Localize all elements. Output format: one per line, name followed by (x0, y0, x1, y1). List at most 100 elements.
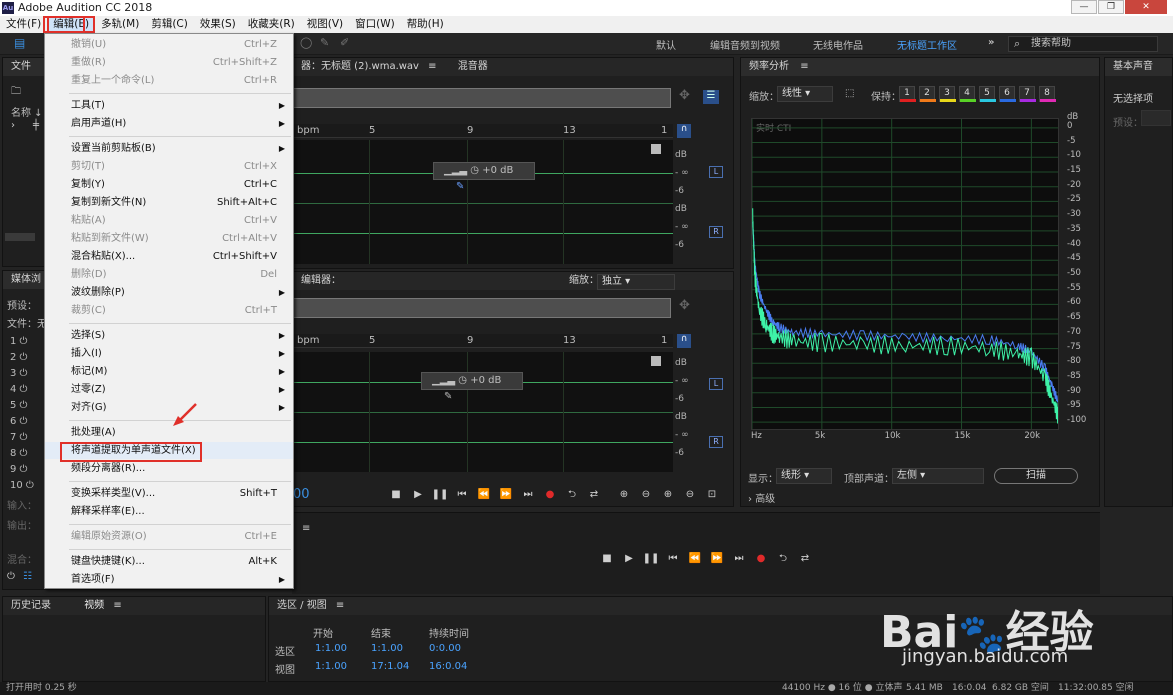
skip-selection-icon[interactable]: ⇄ (583, 489, 605, 500)
pin-icon[interactable]: ✎ (456, 181, 464, 192)
track-row[interactable]: 10 ⏻ (10, 478, 34, 494)
hold-button-4[interactable]: 4 (959, 86, 976, 102)
time-ruler-2[interactable]: bpm 5 9 13 1 (293, 334, 673, 348)
record-icon[interactable]: ● (750, 553, 772, 564)
edit-menu-item[interactable]: 混合粘贴(X)... Ctrl+Shift+V (45, 248, 293, 265)
fast-forward-icon[interactable]: ⏩ (706, 553, 728, 564)
view-duration[interactable]: 16:0.04 (429, 661, 467, 672)
channel-left-toggle[interactable]: L (709, 378, 723, 390)
view-start[interactable]: 1:1.00 (315, 661, 347, 672)
menu-effects[interactable]: 效果(S) (194, 16, 242, 33)
headphones-icon[interactable]: ∩ (677, 124, 691, 138)
selection-icon[interactable]: ⬚ (845, 88, 854, 99)
waveform-display[interactable]: ▁▂▃ ◷ +0 dB ✎ (293, 140, 673, 264)
pause-icon[interactable]: ❚❚ (429, 489, 451, 500)
edit-menu-item[interactable]: 裁剪(C) Ctrl+T (45, 302, 293, 319)
rewind-icon[interactable]: ⏪ (684, 553, 706, 564)
hold-button-3[interactable]: 3 (939, 86, 956, 102)
panel-menu-icon[interactable]: ≡ (336, 600, 344, 611)
waveform-display-2[interactable]: ▁▂▃ ◷ +0 dB ✎ (293, 352, 673, 472)
stop-icon[interactable]: ■ (596, 553, 618, 564)
edit-menu-item[interactable]: 选择(S) ▶ (45, 327, 293, 344)
menu-view[interactable]: 视图(V) (301, 16, 349, 33)
volume-knob-icon[interactable]: ◷ (470, 165, 479, 176)
menu-file[interactable]: 文件(F) (0, 16, 47, 33)
track-row[interactable]: 8 ⏻ (10, 446, 34, 462)
edit-menu-item[interactable]: 首选项(F) ▶ (45, 571, 293, 588)
channel-right-toggle[interactable]: R (709, 436, 723, 448)
edit-menu-item[interactable]: 频段分离器(R)... (45, 460, 293, 477)
menu-favorites[interactable]: 收藏夹(R) (242, 16, 301, 33)
loop-icon[interactable]: ⮌ (772, 551, 794, 568)
expand-arrow-icon[interactable]: › (11, 120, 15, 131)
name-column-header[interactable]: 名称 ↓ (11, 104, 43, 119)
tab-files[interactable]: 文件 (11, 61, 31, 72)
edit-menu-item[interactable]: 对齐(G) ▶ (45, 399, 293, 416)
workspace-untitled[interactable]: 无标题工作区 (897, 37, 957, 52)
skip-end-icon[interactable]: ⏭ (517, 489, 539, 500)
edit-menu-item[interactable]: 粘贴到新文件(W) Ctrl+Alt+V (45, 230, 293, 247)
waveform-view-icon[interactable]: ▤ (14, 36, 25, 50)
brush-tool-icon[interactable]: ✎ (320, 36, 329, 49)
hold-button-1[interactable]: 1 (899, 86, 916, 102)
edit-menu-item[interactable]: 插入(I) ▶ (45, 345, 293, 362)
zoom-out-amp-icon[interactable]: ⊖ (635, 489, 657, 500)
pause-icon[interactable]: ❚❚ (640, 553, 662, 564)
record-icon[interactable]: ● (539, 489, 561, 500)
edit-menu-item[interactable]: 剪切(T) Ctrl+X (45, 158, 293, 175)
panel-menu-icon[interactable]: ≡ (113, 600, 121, 611)
edit-menu-item[interactable]: 复制到新文件(N) Shift+Alt+C (45, 194, 293, 211)
overview-bar-2[interactable] (293, 298, 671, 318)
more-workspaces-icon[interactable]: » (988, 37, 994, 48)
panel-menu-icon[interactable]: ≡ (302, 523, 310, 534)
scan-button[interactable]: 扫描 (994, 468, 1078, 484)
display-select[interactable]: 线形 ▾ (776, 468, 832, 484)
corner-toggle-icon[interactable] (651, 144, 661, 154)
hud-gain-control-2[interactable]: ▁▂▃ ◷ +0 dB ✎ (421, 372, 523, 402)
skip-end-icon[interactable]: ⏭ (728, 553, 750, 564)
advanced-toggle[interactable]: › 高级 (748, 490, 775, 505)
editor2-tab[interactable]: 编辑器： (301, 275, 341, 286)
edit-menu-item[interactable]: 撤销(U) Ctrl+Z (45, 36, 293, 53)
lasso-tool-icon[interactable]: ◯ (300, 36, 312, 49)
skip-selection-icon[interactable]: ⇄ (794, 553, 816, 564)
menu-window[interactable]: 窗口(W) (349, 16, 401, 33)
maximize-icon[interactable]: ❐ (1098, 0, 1124, 14)
skip-start-icon[interactable]: ⏮ (662, 553, 684, 564)
edit-menu-item[interactable]: 工具(T) ▶ (45, 97, 293, 114)
folder-icon[interactable]: 🗀 (11, 84, 21, 101)
track-row[interactable]: 5 ⏻ (10, 398, 34, 414)
channel-left-toggle[interactable]: L (709, 166, 723, 178)
track-row[interactable]: 2 ⏻ (10, 350, 34, 366)
spectrum-plot[interactable]: 实时 CTI (751, 118, 1059, 430)
close-icon[interactable]: ✕ (1125, 0, 1167, 14)
fit-view-icon[interactable]: ☰ (703, 90, 719, 104)
list-icon[interactable]: ☷ (23, 571, 32, 582)
scale-select[interactable]: 线性 ▾ (777, 86, 833, 102)
headphones-icon[interactable]: ∩ (677, 334, 691, 348)
fast-forward-icon[interactable]: ⏩ (495, 489, 517, 500)
track-row[interactable]: 1 ⏻ (10, 334, 34, 350)
edit-menu-item[interactable]: 删除(D) Del (45, 266, 293, 283)
tab-history[interactable]: 历史记录 (11, 600, 51, 611)
edit-menu-item[interactable]: 键盘快捷键(K)... Alt+K (45, 553, 293, 570)
play-icon[interactable]: ▶ (407, 489, 429, 500)
edit-menu-item[interactable]: 批处理(A) (45, 424, 293, 441)
edit-menu-item[interactable]: 粘贴(A) Ctrl+V (45, 212, 293, 229)
hud-gain-control[interactable]: ▁▂▃ ◷ +0 dB ✎ (433, 162, 535, 192)
spot-heal-tool-icon[interactable]: ✐ (340, 36, 349, 49)
workspace-edit-audio-to-video[interactable]: 编辑音频到视频 (710, 37, 780, 52)
top-channel-select[interactable]: 左侧 ▾ (892, 468, 984, 484)
stop-icon[interactable]: ■ (385, 489, 407, 500)
tab-mixer[interactable]: 混音器 (458, 61, 488, 72)
zoom-navigator-icon[interactable]: ✥ (679, 88, 690, 103)
edit-menu-item[interactable]: 编辑原始资源(O) Ctrl+E (45, 528, 293, 545)
selection-duration[interactable]: 0:0.00 (429, 643, 461, 654)
loop-icon[interactable]: ⮌ (561, 487, 583, 504)
power-icon[interactable]: ⏻ (7, 571, 15, 582)
preset-select[interactable] (1141, 110, 1171, 126)
essential-sound-title[interactable]: 基本声音 (1105, 58, 1172, 76)
overview-bar[interactable] (293, 88, 671, 108)
tab-video[interactable]: 视频 (84, 600, 104, 611)
edit-menu-item[interactable]: 重复上一个命令(L) Ctrl+R (45, 72, 293, 89)
